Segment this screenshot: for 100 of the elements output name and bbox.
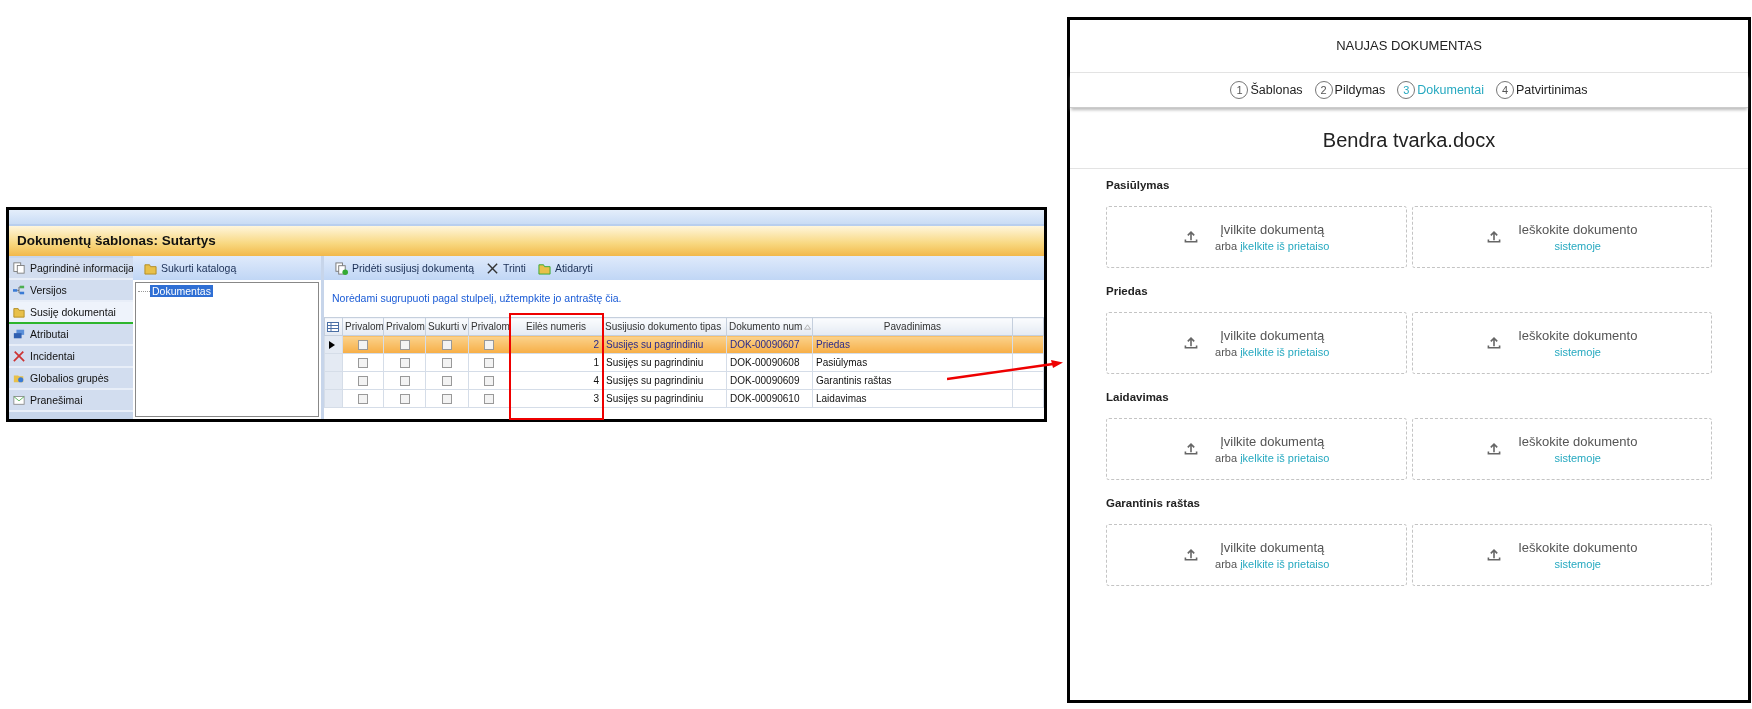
drop-instruction: Įvilkite dokumentą [1219,540,1326,555]
add-document-icon [335,261,348,275]
sidebar-item[interactable]: Incidentai [9,346,133,368]
system-search-zone[interactable]: Ieškokite dokumento sistemoje [1411,524,1712,586]
upload-drop-zone[interactable]: Įvilkite dokumentą arba įkelkite iš prietaiso [1106,418,1407,480]
table-cell: Garantinis raštas [812,371,1013,390]
create-folder-button[interactable]: Sukurti katalogą [141,259,240,277]
checkbox[interactable] [399,340,410,351]
document-icon [13,262,25,274]
checkbox[interactable] [399,394,410,405]
column-header[interactable]: Privalom [468,317,510,336]
system-search-zone[interactable]: Ieškokite dokumento sistemoje [1411,206,1712,268]
checkbox[interactable] [442,358,452,369]
upload-drop-zone[interactable]: Įvilkite dokumentą arba įkelkite iš prietaiso [1106,524,1407,586]
add-document-button[interactable]: Pridėti susijusį dokumentą [332,259,477,277]
table-row[interactable]: 3 Susijęs su pagrindiniu DOK-00090610 Laidavimas [324,389,1044,408]
table-cell: Laidavimas [812,389,1013,408]
row-pointer-icon [329,340,335,349]
table-cell: Susijęs su pagrindiniu [602,389,727,408]
group-hint: Norėdami sugrupuoti pagal stulpelį, užtempkite jo antraštę čia. [331,291,623,306]
search-instruction: Ieškokite dokumento [1518,328,1638,343]
search-instruction: Ieškokite dokumento [1518,222,1638,237]
column-header[interactable]: Eilės numeris [509,317,603,336]
folder-people-icon [13,372,25,384]
column-header[interactable]: Sukurti v [425,317,469,336]
column-header[interactable]: Susijusio dokumento tipas [602,317,727,336]
upload-icon [1486,335,1503,351]
checkbox[interactable] [484,394,494,405]
table-cell: Pasiūlymas [812,353,1013,372]
checkbox[interactable] [484,358,494,369]
sidebar-item[interactable]: Pranešimai [9,390,133,412]
system-search-zone[interactable]: Ieškokite dokumento sistemoje [1411,418,1712,480]
delete-button[interactable]: Trinti [483,259,529,277]
upload-drop-zone[interactable]: Įvilkite dokumentą arba įkelkite iš prietaiso [1106,312,1407,374]
checkbox[interactable] [358,376,368,387]
folder-icon [13,306,25,318]
drop-instruction: Įvilkite dokumentą [1219,222,1326,237]
upload-icon [1183,441,1200,457]
step-tab[interactable]: 2 Pildymas [1314,81,1386,99]
tools-icon [13,350,25,362]
sidebar-item[interactable]: Versijos [9,280,133,302]
column-header[interactable]: Privalom [383,317,426,336]
table-cell: DOK-00090610 [726,389,813,408]
checkbox[interactable] [442,376,452,387]
folder-icon [144,261,157,275]
checkbox[interactable] [484,376,494,387]
sidebar-item[interactable]: Globalios grupės [9,368,133,390]
table-cell: Susijęs su pagrindiniu [602,371,727,390]
or-text: arba [1215,240,1238,252]
section-label: Laidavimas [1106,391,1170,403]
table-row[interactable]: 4 Susijęs su pagrindiniu DOK-00090609 Garantinis raštas [324,371,1044,390]
upload-icon [1486,441,1503,457]
checkbox[interactable] [358,394,368,405]
checkbox[interactable] [358,358,368,369]
open-button[interactable]: Atidaryti [534,259,596,277]
checkbox[interactable] [358,340,368,351]
checkbox[interactable] [399,358,410,369]
upload-icon [1183,229,1200,245]
column-chooser-icon[interactable] [324,317,343,336]
sidebar-item[interactable]: Susiję dokumentai [9,302,133,324]
windows-icon [13,328,25,340]
tree-item[interactable]: Dokumentas [150,285,213,297]
step-tab[interactable]: 4 Patvirtinimas [1496,81,1588,99]
column-header[interactable]: Pavadinimas [812,317,1013,336]
checkbox[interactable] [442,340,452,351]
sidebar-item[interactable]: Atributai [9,324,133,346]
upload-icon [1486,229,1503,245]
checkbox[interactable] [442,394,452,405]
table-cell: DOK-00090609 [726,371,813,390]
or-text: arba [1215,452,1238,464]
column-header[interactable]: Privalom [342,317,384,336]
upload-drop-zone[interactable]: Įvilkite dokumentą arba įkelkite iš prietaiso [1106,206,1407,268]
envelope-icon [13,394,25,406]
section-label: Priedas [1106,285,1149,297]
drop-instruction: Įvilkite dokumentą [1219,434,1326,449]
drop-instruction: Įvilkite dokumentą [1219,328,1326,343]
document-title: Bendra tvarka.docx [1070,108,1748,169]
column-header[interactable]: Dokumento num [726,317,813,336]
checkbox[interactable] [399,376,410,387]
table-row[interactable]: 1 Susijęs su pagrindiniu DOK-00090608 Pasiūlymas [324,353,1044,372]
section-label: Pasiūlymas [1106,179,1171,191]
checkbox[interactable] [484,340,494,351]
step-tab[interactable]: 1 Šablonas [1230,81,1303,99]
table-cell: DOK-00090608 [726,353,813,372]
column-header-blank [1012,317,1044,336]
table-cell: Susijęs su pagrindiniu [602,353,727,372]
or-text: arba [1215,558,1238,570]
network-icon [13,284,25,296]
folder-icon [537,261,551,275]
search-instruction: Ieškokite dokumento [1518,434,1638,449]
window-title: Dokumentų šablonas: Sutartys [9,226,1044,256]
section-label: Garantinis raštas [1106,497,1201,509]
upload-icon [1183,335,1200,351]
search-instruction: Ieškokite dokumento [1518,540,1638,555]
table-row[interactable]: 2 Susijęs su pagrindiniu DOK-00090607 Priedas [324,335,1044,354]
delete-icon [486,261,499,275]
upload-icon [1183,547,1200,563]
sort-icon [804,324,812,330]
system-search-zone[interactable]: Ieškokite dokumento sistemoje [1411,312,1712,374]
sidebar-item[interactable]: Pagrindinė informacija [9,258,133,280]
